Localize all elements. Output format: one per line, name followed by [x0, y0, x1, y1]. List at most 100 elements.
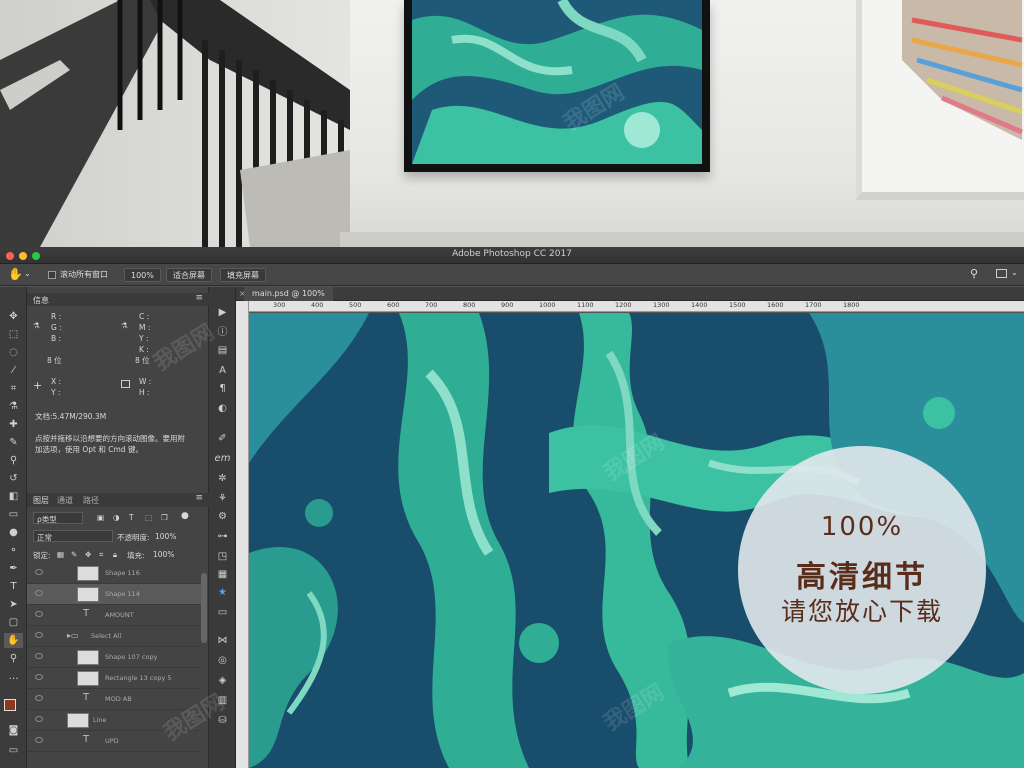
tool-presets-icon[interactable]: ⚙ [213, 509, 232, 525]
type-tool-icon[interactable]: T [4, 579, 23, 594]
timeline-icon[interactable]: ⋈ [213, 633, 232, 649]
move-tool-icon[interactable]: ✥ [4, 309, 23, 324]
3d-icon[interactable]: ◎ [213, 653, 232, 669]
brush-tool-icon[interactable]: ✎ [4, 435, 23, 450]
lock-artboard-icon[interactable]: ⌗ [99, 550, 103, 560]
paragraph-icon[interactable]: ¶ [213, 381, 232, 397]
visibility-eye-icon[interactable] [35, 611, 43, 617]
ruler-tick-label: 1200 [615, 301, 632, 309]
workspace-chevron-icon[interactable]: ⌄ [1011, 268, 1018, 277]
visibility-eye-icon[interactable] [35, 695, 43, 701]
tab-paths[interactable]: 路径 [83, 495, 99, 506]
lock-move-icon[interactable]: ✥ [85, 550, 91, 559]
clone-source-icon[interactable]: ⚘ [213, 491, 232, 507]
blur-tool-icon[interactable]: ● [4, 525, 23, 540]
play-actions-icon[interactable]: ▶ [213, 305, 232, 321]
filter-smart-icon[interactable]: ❐ [161, 513, 168, 522]
filter-shape-icon[interactable]: ⬚ [145, 513, 152, 522]
ruler-tick-label: 500 [349, 301, 362, 309]
visibility-eye-icon[interactable] [35, 674, 43, 680]
zoom-100-button[interactable]: 100% [124, 268, 161, 282]
promo-badge: 100% 高清细节 请您放心下载 [738, 446, 986, 694]
filter-type-icon[interactable]: T [129, 513, 134, 522]
healing-brush-icon[interactable]: ✚ [4, 417, 23, 432]
visibility-eye-icon[interactable] [35, 632, 43, 638]
pen-tool-icon[interactable]: ✒ [4, 561, 23, 576]
panel-menu-icon[interactable]: ≡ [195, 493, 203, 503]
layer-thumbnail [67, 713, 89, 728]
layer-row[interactable]: Rectangle 13 copy 5 [27, 668, 201, 689]
fill-input[interactable]: 100% [153, 550, 174, 559]
ruler-tick-label: 600 [387, 301, 400, 309]
chevron-down-icon[interactable]: ⌄ [24, 269, 31, 278]
search-icon[interactable]: ⚲ [970, 267, 978, 280]
zoom-tool-icon[interactable]: ⚲ [4, 651, 23, 666]
layer-row-selected[interactable]: Shape 114 [27, 584, 201, 605]
shape-tool-icon[interactable]: ▢ [4, 615, 23, 630]
lock-brush-icon[interactable]: ✎ [71, 550, 77, 559]
screen-mode-icon[interactable]: ▭ [4, 743, 23, 758]
layer-row[interactable]: Shape 116 [27, 563, 201, 584]
panel-menu-icon[interactable]: ≡ [195, 293, 203, 303]
star-icon[interactable]: ★ [213, 585, 232, 601]
crop-tool-icon[interactable]: ⌗ [4, 381, 23, 396]
badge-subline: 请您放心下载 [780, 597, 943, 626]
eraser-icon[interactable]: ◧ [4, 489, 23, 504]
marquee-tool-icon[interactable]: ⬚ [4, 327, 23, 342]
vertical-ruler [236, 301, 249, 768]
dodge-tool-icon[interactable]: ⚬ [4, 543, 23, 558]
visibility-eye-icon[interactable] [35, 590, 43, 596]
tab-info[interactable]: 信息 [33, 295, 49, 306]
stamp-tool-icon[interactable]: ⚲ [4, 453, 23, 468]
visibility-eye-icon[interactable] [35, 737, 43, 743]
visibility-eye-icon[interactable] [35, 569, 43, 575]
opacity-input[interactable]: 100% [155, 532, 176, 541]
hand-tool-icon[interactable]: ✋ [4, 633, 23, 648]
eyedropper-icon[interactable]: ⚗ [4, 399, 23, 414]
navigator-icon[interactable]: ◳ [213, 549, 232, 565]
filter-pixel-icon[interactable]: ▣ [97, 513, 104, 522]
document-tab[interactable]: main.psd @ 100% [244, 287, 333, 301]
character-icon[interactable]: A [213, 363, 232, 379]
filter-toggle-icon[interactable]: ● [181, 511, 189, 521]
foreground-color-swatch[interactable] [4, 699, 16, 711]
hand-tool-icon[interactable]: ✋ [8, 267, 23, 281]
quick-mask-icon[interactable]: ◙ [4, 723, 23, 738]
lock-pixels-icon[interactable]: ▦ [57, 550, 64, 559]
path-select-icon[interactable]: ➤ [4, 597, 23, 612]
properties-icon[interactable]: ⊶ [213, 529, 232, 545]
more-tools-icon[interactable]: … [4, 669, 23, 684]
fit-screen-button[interactable]: 适合屏幕 [166, 268, 212, 282]
visibility-eye-icon[interactable] [35, 716, 43, 722]
lock-all-icon[interactable]: 🔒︎ [113, 550, 117, 560]
blend-mode-select[interactable]: 正常 [33, 530, 113, 542]
layer-row[interactable]: Shape 107 copy [27, 647, 201, 668]
tab-channels[interactable]: 通道 [57, 495, 73, 506]
brush-settings-icon[interactable]: ✐ [213, 431, 232, 447]
glyphs-icon[interactable]: em [213, 451, 232, 467]
ruler-tick-label: 1500 [729, 301, 746, 309]
filter-adjust-icon[interactable]: ◑ [113, 513, 120, 522]
lasso-tool-icon[interactable]: ◌ [4, 345, 23, 360]
gradient-tool-icon[interactable]: ▭ [4, 507, 23, 522]
scroll-all-windows-checkbox[interactable] [48, 271, 56, 279]
visibility-eye-icon[interactable] [35, 653, 43, 659]
layers-scrollbar[interactable] [201, 573, 207, 643]
swatches-icon[interactable]: ▦ [213, 567, 232, 583]
layers-stack-icon[interactable]: ◈ [213, 673, 232, 689]
magic-wand-icon[interactable]: ⁄ [4, 363, 23, 378]
hint-line-1: 点按并拖移以沿想要的方向滚动图像。要用附 [35, 434, 185, 443]
fill-screen-button[interactable]: 填充屏幕 [220, 268, 266, 282]
histogram-icon[interactable]: ▤ [213, 343, 232, 359]
layer-filter-select[interactable]: ρ类型 [33, 512, 83, 524]
tab-layers[interactable]: 图层 [33, 495, 49, 506]
history-brush-icon[interactable]: ↺ [4, 471, 23, 486]
badge-percent: 100% [820, 512, 904, 542]
layer-row[interactable]: T AMOUNT [27, 605, 201, 626]
adjustments-icon[interactable]: ◐ [213, 401, 232, 417]
compass-icon[interactable]: ✲ [213, 471, 232, 487]
window-title: Adobe Photoshop CC 2017 [452, 249, 572, 259]
layer-group-row[interactable]: ▸▭ Select All [27, 626, 201, 647]
workspace-icon[interactable] [996, 269, 1007, 278]
styles-icon[interactable]: ▭ [213, 605, 232, 621]
